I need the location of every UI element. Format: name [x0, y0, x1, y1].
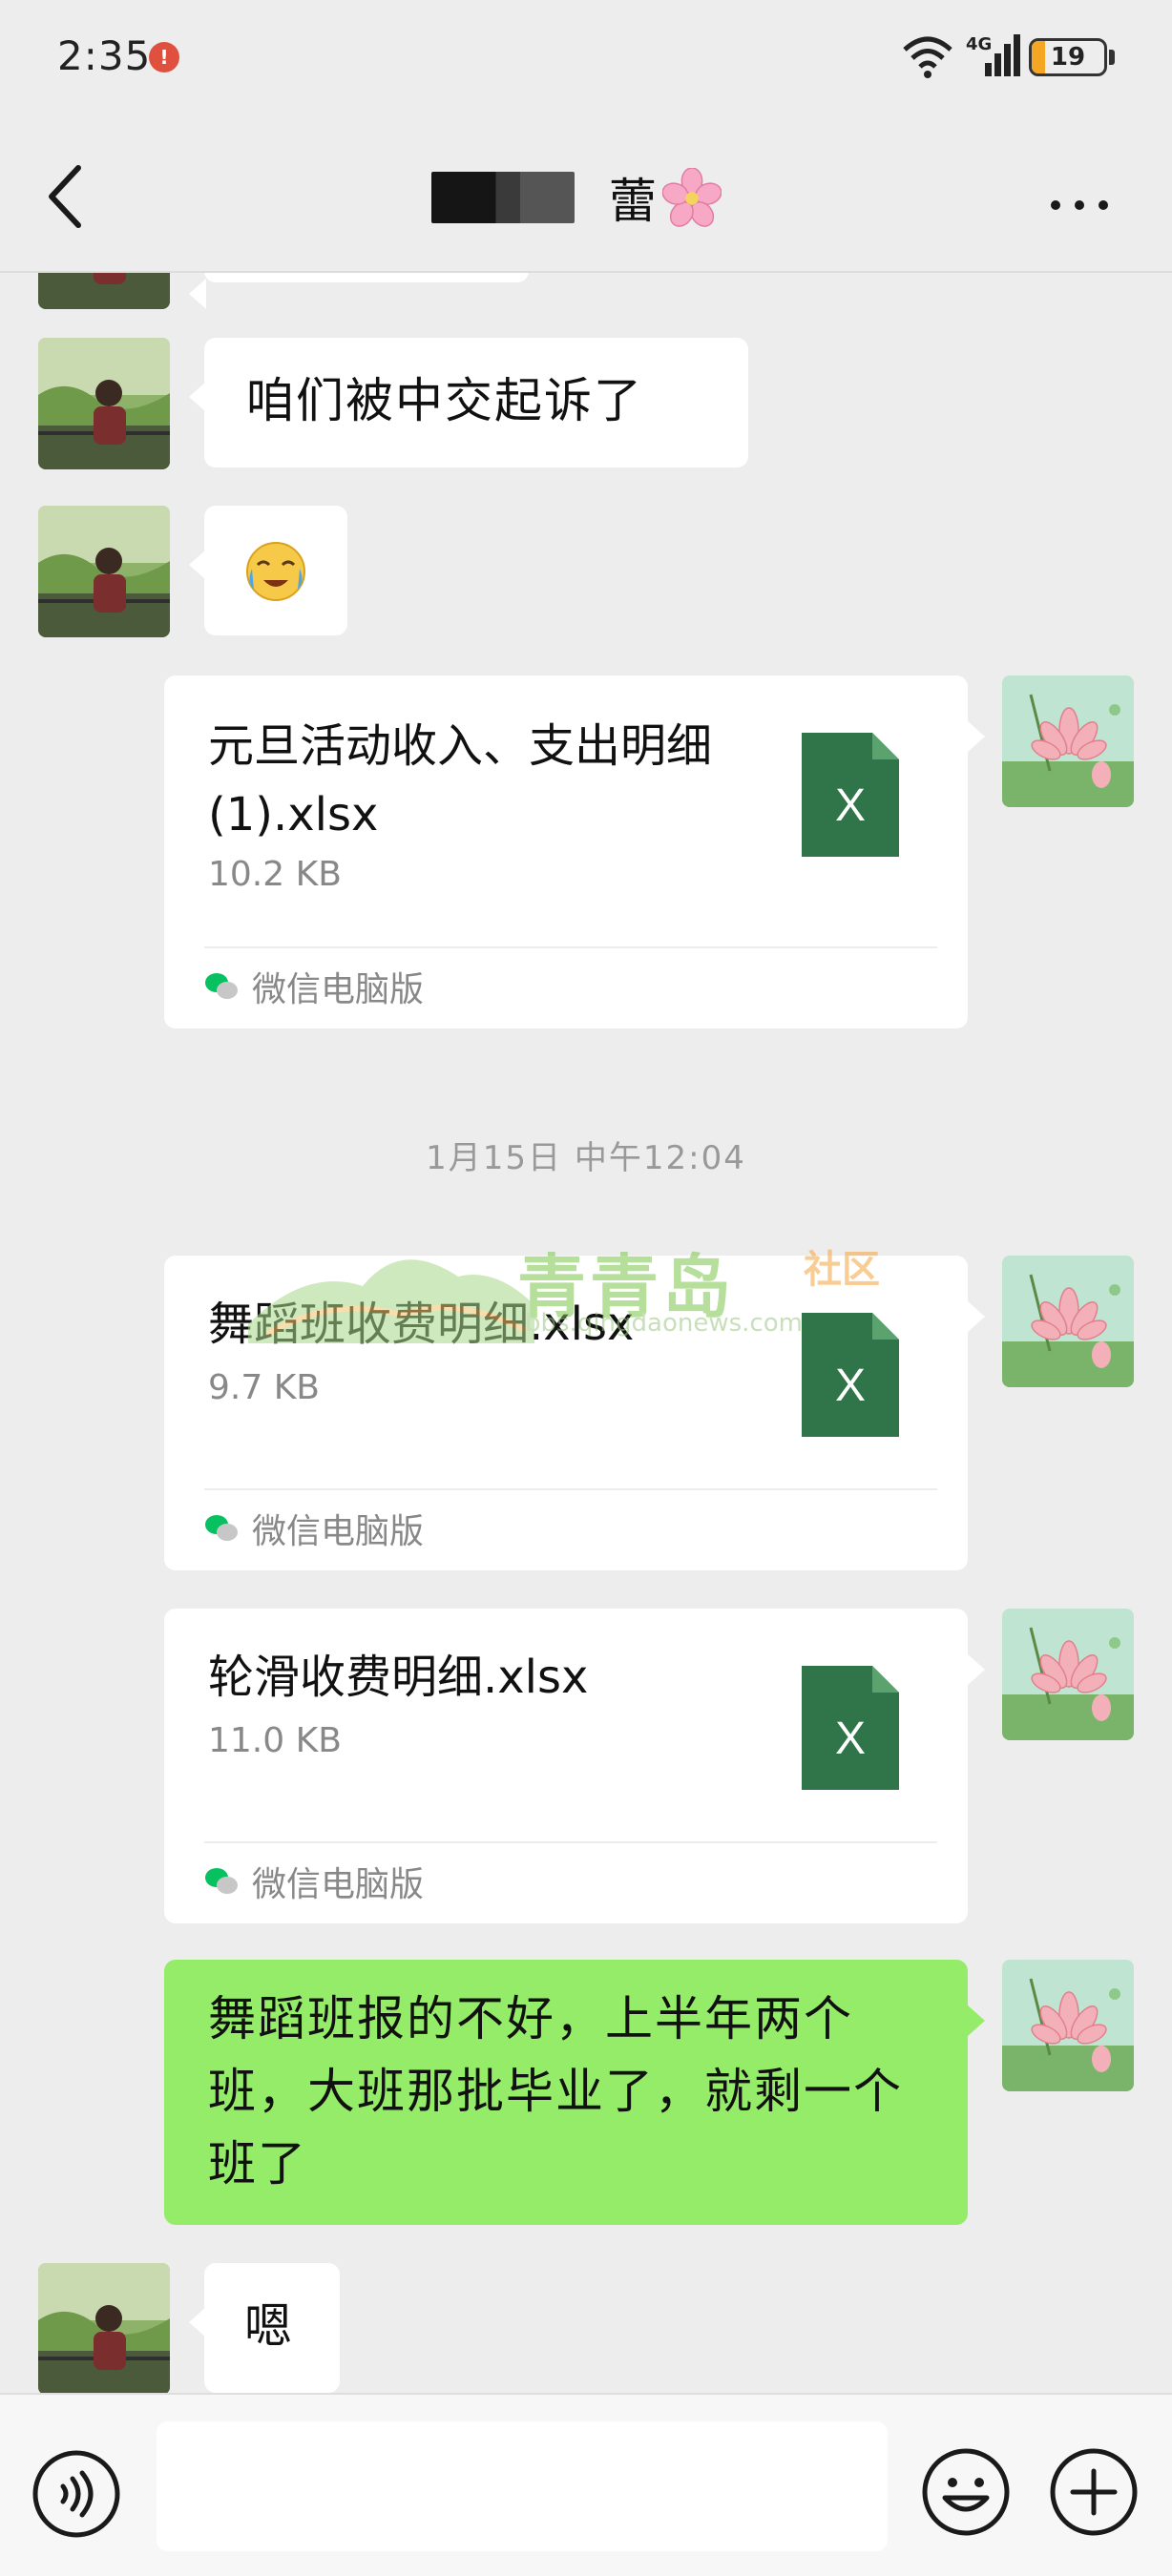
card-divider [204, 1488, 937, 1490]
crying-face-emoji-icon [246, 542, 305, 601]
my-avatar[interactable] [1002, 1960, 1134, 2091]
wifi-icon [903, 36, 952, 78]
emoji-icon[interactable] [920, 2446, 1012, 2538]
cherry-blossom-icon [662, 168, 722, 227]
wechat-icon [205, 973, 238, 999]
battery-icon: 19 [1029, 38, 1107, 76]
contact-avatar[interactable] [38, 273, 170, 309]
file-source-label: 微信电脑版 [252, 1865, 425, 1904]
lotus-avatar-image [1002, 1256, 1134, 1387]
avatar-photo [38, 273, 170, 309]
excel-file-icon: X [802, 733, 899, 857]
file-source-label: 微信电脑版 [252, 970, 425, 1009]
chevron-left-icon[interactable] [38, 158, 99, 235]
file-source-row: 微信电脑版 [204, 966, 424, 1009]
alert-badge: ! [149, 42, 179, 73]
file-source-row: 微信电脑版 [204, 1507, 424, 1551]
chat-header: 蕾 [0, 114, 1172, 273]
watermark: 青青岛 社区 bbs.qingdaonews.com [248, 1231, 916, 1364]
watermark-suffix: 社区 [804, 1248, 880, 1292]
chat-title: 蕾 [431, 164, 722, 231]
file-message-card[interactable]: 元旦活动收入、支出明细(1).xlsx 10.2 KB X 微信电脑版 [164, 675, 985, 1028]
file-name: 元旦活动收入、支出明细(1).xlsx [208, 719, 713, 841]
lotus-avatar-image [1002, 1960, 1134, 2091]
message-bubble-incoming[interactable]: 咱们被中交起诉了 [189, 338, 748, 467]
status-time: 2:35 [57, 32, 152, 79]
lotus-avatar-image [1002, 1609, 1134, 1740]
avatar-photo [38, 506, 170, 637]
watermark-url: bbs.qingdaonews.com [525, 1309, 803, 1338]
message-bubble-previous[interactable] [189, 273, 529, 309]
redacted-name-block [431, 172, 575, 223]
file-source-row: 微信电脑版 [204, 1860, 424, 1904]
message-bubble-outgoing[interactable]: 舞蹈班报的不好，上半年两个班，大班那批毕业了，就剩一个班了 [164, 1960, 985, 2225]
plus-icon[interactable] [1048, 2446, 1140, 2538]
avatar-photo [38, 338, 170, 469]
file-message-card[interactable]: 轮滑收费明细.xlsx 11.0 KB X 微信电脑版 [164, 1609, 985, 1923]
file-size: 9.7 KB [208, 1368, 320, 1407]
wechat-icon [205, 1868, 238, 1894]
contact-avatar[interactable] [38, 506, 170, 637]
svg-text:X: X [835, 1361, 866, 1411]
mountain-logo-icon [248, 1259, 534, 1343]
card-divider [204, 1841, 937, 1843]
card-divider [204, 946, 937, 948]
message-input[interactable] [157, 2421, 888, 2551]
my-avatar[interactable] [1002, 1609, 1134, 1740]
message-text: 舞蹈班报的不好，上半年两个班，大班那批毕业了，就剩一个班了 [208, 1991, 903, 2192]
cell-signal-icon [985, 34, 1020, 76]
my-avatar[interactable] [1002, 675, 1134, 807]
lotus-avatar-image [1002, 675, 1134, 807]
battery-level-text: 19 [1050, 43, 1086, 72]
file-size: 10.2 KB [208, 855, 342, 894]
my-avatar[interactable] [1002, 1256, 1134, 1387]
contact-avatar[interactable] [38, 338, 170, 469]
avatar-photo [38, 2263, 170, 2393]
file-name: 轮滑收费明细.xlsx [208, 1651, 589, 1704]
svg-text:X: X [835, 1714, 866, 1764]
message-timestamp: 1月15日 中午12:04 [426, 1139, 746, 1177]
battery-tip [1109, 50, 1115, 65]
wechat-icon [205, 1515, 238, 1541]
more-dots-icon[interactable] [1046, 191, 1113, 219]
message-text: 咱们被中交起诉了 [246, 373, 643, 428]
status-bar: 2:35 ! 4G 19 [0, 0, 1172, 114]
input-bar [0, 2393, 1172, 2576]
message-bubble-incoming[interactable]: 😭 [189, 506, 347, 635]
voice-icon[interactable] [31, 2448, 122, 2540]
message-text: 嗯 [244, 2298, 294, 2354]
contact-avatar[interactable] [38, 2263, 170, 2393]
message-bubble-incoming[interactable]: 嗯 [189, 2263, 340, 2393]
chat-title-text: 蕾 [609, 174, 657, 229]
svg-text:X: X [835, 780, 866, 831]
file-source-label: 微信电脑版 [252, 1512, 425, 1551]
excel-file-icon: X [802, 1666, 899, 1790]
file-size: 11.0 KB [208, 1721, 342, 1760]
